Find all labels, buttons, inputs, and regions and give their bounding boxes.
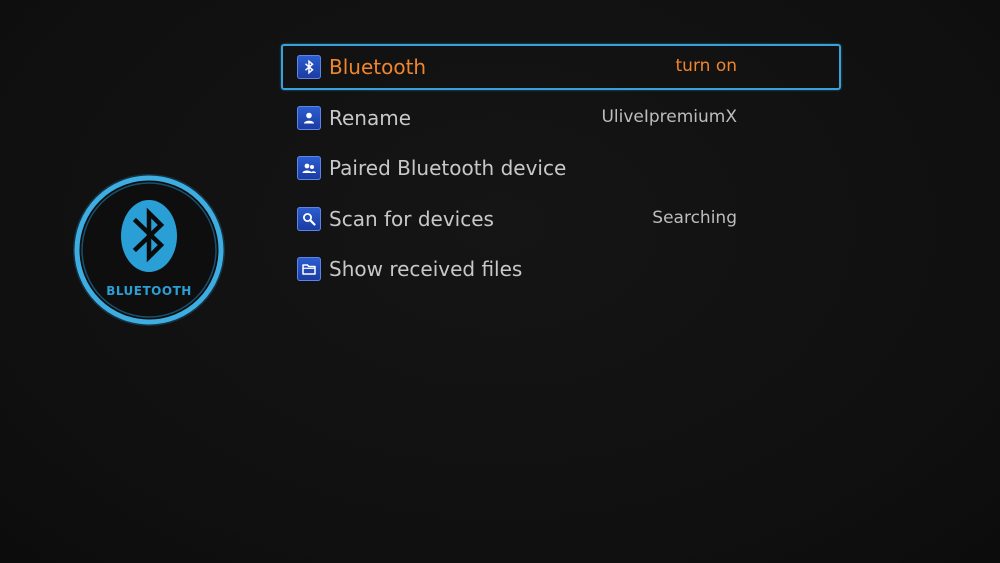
bluetooth-settings-screen: BLUETOOTH Bluetooth turn on Rename Ulive… — [0, 0, 1000, 563]
bluetooth-icon — [297, 55, 321, 79]
person-icon — [297, 105, 321, 130]
menu-item-label: Show received files — [329, 257, 523, 282]
menu-item-label: Scan for devices — [329, 206, 494, 231]
menu-item-label: Paired Bluetooth device — [329, 156, 567, 181]
menu-item-label: Rename — [329, 105, 412, 130]
menu-item-scan[interactable]: Scan for devices Searching — [281, 196, 841, 242]
settings-menu: Bluetooth turn on Rename UliveIpremiumX — [281, 44, 841, 297]
scan-status-value: Searching — [652, 207, 737, 228]
bluetooth-badge: BLUETOOTH — [72, 173, 226, 327]
search-icon — [297, 206, 321, 231]
folder-icon — [297, 257, 321, 282]
bluetooth-icon — [73, 174, 225, 326]
menu-item-rename[interactable]: Rename UliveIpremiumX — [281, 95, 841, 141]
menu-item-label: Bluetooth — [329, 55, 427, 79]
menu-item-paired-devices[interactable]: Paired Bluetooth device — [281, 145, 841, 191]
bluetooth-status-value: turn on — [675, 56, 737, 76]
badge-label: BLUETOOTH — [106, 284, 192, 298]
device-name-value: UliveIpremiumX — [601, 106, 737, 127]
menu-item-bluetooth[interactable]: Bluetooth turn on — [281, 44, 841, 90]
people-icon — [297, 156, 321, 181]
menu-item-received-files[interactable]: Show received files — [281, 246, 841, 292]
